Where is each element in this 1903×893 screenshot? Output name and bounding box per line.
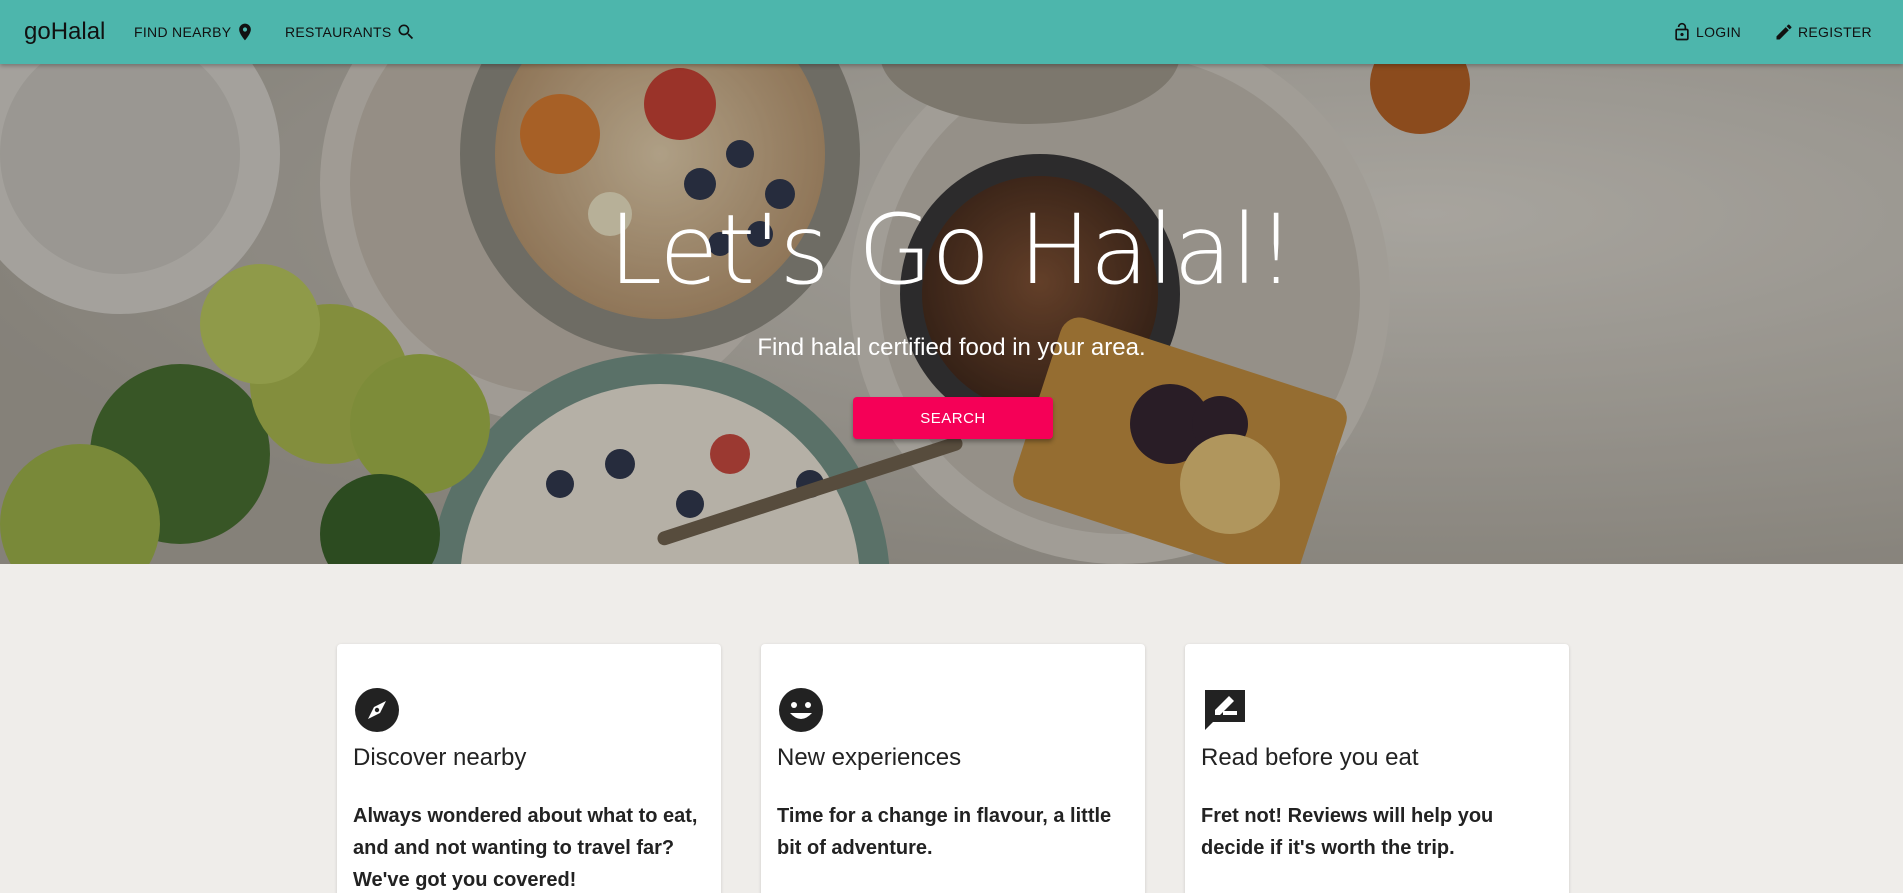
register-label: REGISTER — [1798, 24, 1872, 40]
smiley-icon — [779, 688, 823, 732]
card-text: Fret not! Reviews will help you decide i… — [1201, 805, 1494, 859]
card-title: New experiences — [777, 744, 962, 771]
location-pin-icon — [239, 23, 252, 41]
search-button[interactable]: SEARCH — [853, 397, 1053, 439]
search-icon — [398, 24, 413, 40]
brand-logo[interactable]: goHalal — [24, 0, 105, 64]
login-label: LOGIN — [1696, 24, 1742, 40]
card-title: Read before you eat — [1201, 744, 1419, 771]
find-nearby-button[interactable]: FIND NEARBY — [134, 16, 255, 48]
lock-open-icon — [1675, 22, 1689, 41]
card-text: Time for a change in flavour, a little b… — [777, 805, 1112, 859]
compass-icon — [355, 688, 399, 732]
feature-card-reviews: Read before you eat Fret not! Reviews wi… — [1185, 644, 1569, 893]
hero-overlay — [0, 64, 1903, 564]
find-nearby-label: FIND NEARBY — [134, 24, 232, 40]
hero-banner: Let's Go Halal! Find halal certified foo… — [0, 64, 1903, 564]
login-button[interactable]: LOGIN — [1672, 16, 1741, 48]
register-button[interactable]: REGISTER — [1774, 16, 1872, 48]
restaurants-label: RESTAURANTS — [285, 24, 392, 40]
restaurants-button[interactable]: RESTAURANTS — [285, 16, 416, 48]
app-bar: goHalal FIND NEARBY RESTAURANTS LOGIN RE… — [0, 0, 1903, 64]
card-title: Discover nearby — [353, 744, 527, 771]
review-icon — [1205, 690, 1245, 730]
card-text: Always wondered about what to eat, and a… — [353, 805, 698, 891]
hero-subtitle: Find halal certified food in your area. — [757, 334, 1146, 361]
pencil-icon — [1776, 24, 1792, 40]
feature-card-experiences: New experiences Time for a change in fla… — [761, 644, 1145, 893]
hero-title: Let's Go Halal! — [608, 194, 1296, 306]
feature-card-discover: Discover nearby Always wondered about wh… — [337, 644, 721, 893]
